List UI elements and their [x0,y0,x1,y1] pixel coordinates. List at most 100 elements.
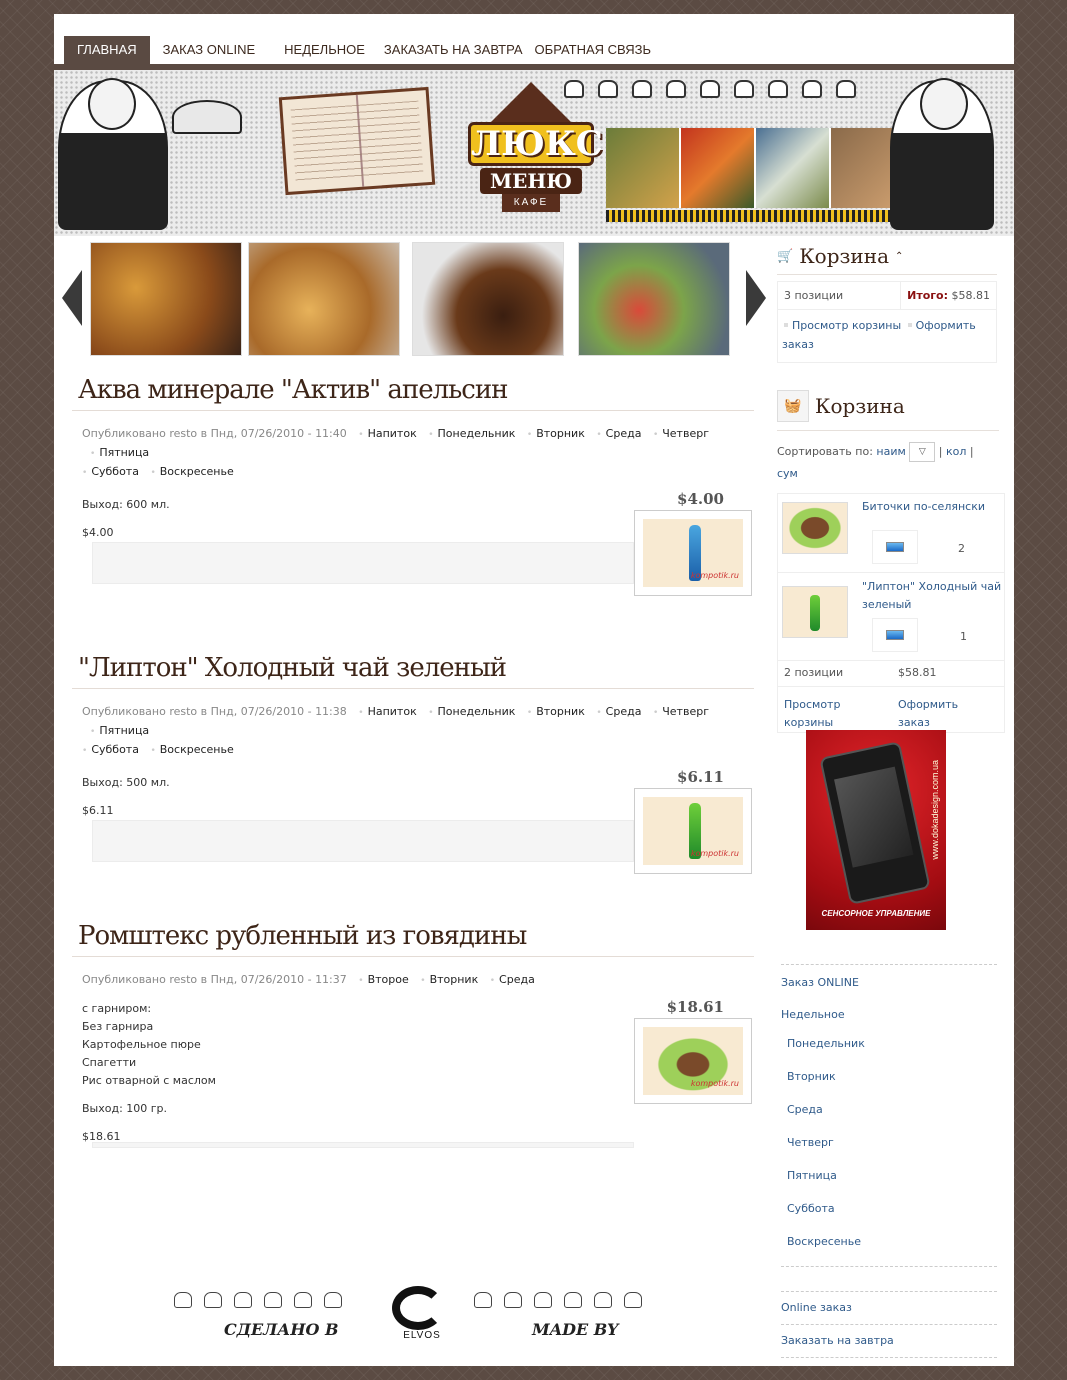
nav-home[interactable]: ГЛАВНАЯ [64,36,150,64]
tag-link[interactable]: Пятница [90,724,149,737]
published-info: Опубликовано resto в Пнд, 07/26/2010 - 1… [82,427,347,440]
product-meta: Опубликовано resto в Пнд, 07/26/2010 - 1… [72,411,754,482]
side-link-thursday[interactable]: Четверг [787,1126,997,1159]
side-link-order-online[interactable]: Заказ ONLINE [781,975,997,991]
add-to-cart-area[interactable] [92,820,634,862]
slider-next-arrow-icon[interactable] [746,270,766,326]
pan-icon [802,80,822,98]
tag-link[interactable]: Суббота [82,743,139,756]
box-icon [174,1292,192,1308]
box-icon [564,1292,582,1308]
add-to-cart-area[interactable] [92,1142,634,1148]
nav-feedback[interactable]: ОБРАТНАЯ СВЯЗЬ [529,36,658,64]
burger-icon [474,1292,492,1308]
tag-link[interactable]: Среда [596,705,641,718]
product-price: $18.61 [666,998,724,1016]
tag-link[interactable]: Понедельник [428,705,515,718]
top-nav: ГЛАВНАЯ ЗАКАЗ ONLINE НЕДЕЛЬНОЕ ЗАКАЗАТЬ … [64,36,657,64]
cart-summary-block: 🛒 Корзина ⌃ 3 позиции Итого: $58.81 Прос… [777,244,997,363]
tag-link[interactable]: Суббота [82,465,139,478]
sort-by-sum-link[interactable]: сум [777,467,798,480]
taco-icon [504,1292,522,1308]
published-info: Опубликовано resto в Пнд, 07/26/2010 - 1… [82,705,347,718]
cart-items-table: Биточки по-селянски 2 "Липтон" Холодный … [777,493,1005,733]
sort-controls: Сортировать по: наим ▽ | кол | сум [777,441,999,485]
side-link-monday[interactable]: Понедельник [787,1027,997,1060]
image-watermark: kompotik.ru [690,849,739,858]
side-link-online-order[interactable]: Online заказ [781,1300,997,1316]
cake-icon [594,1292,612,1308]
product-title[interactable]: "Липтон" Холодный чай зеленый [72,652,754,689]
product-image[interactable]: kompotik.ru [634,788,752,874]
tag-link[interactable]: Второе [358,973,408,986]
product-price: $6.11 [677,768,724,786]
cart-item-name[interactable]: "Липтон" Холодный чай зеленый [862,578,1006,614]
product-body: $6.11 Выход: 500 мл. $6.11 kompotik.ru [72,760,754,874]
nav-weekly[interactable]: НЕДЕЛЬНОЕ [268,36,378,64]
checkout-link[interactable]: Оформить заказ [898,696,968,732]
decrement-button[interactable] [886,630,904,640]
tag-link[interactable]: Напиток [358,705,416,718]
side-link-order-tomorrow[interactable]: Заказать на завтра [781,1333,997,1349]
tag-link[interactable]: Вторник [527,427,585,440]
sort-by-qty-link[interactable]: кол [946,445,966,458]
cart-item-image [782,586,848,638]
tag-link[interactable]: Воскресенье [150,465,233,478]
slider-image-coffee[interactable] [412,242,564,356]
side-link-weekly[interactable]: Недельное [781,1007,997,1023]
side-link-tuesday[interactable]: Вторник [787,1060,997,1093]
view-cart-link[interactable]: Просмотр корзины [784,696,864,732]
cart-item-qty: 2 [958,542,965,555]
cart-item-name[interactable]: Биточки по-селянски [862,500,985,513]
tag-link[interactable]: Воскресенье [150,743,233,756]
product-price: $4.00 [677,490,724,508]
tag-link[interactable]: Напиток [358,427,416,440]
tag-link[interactable]: Четверг [653,705,709,718]
food-icons-row [564,80,856,98]
cloche-icon [172,100,242,134]
tag-link[interactable]: Пятница [90,446,149,459]
decrement-button[interactable] [886,542,904,552]
tag-link[interactable]: Вторник [420,973,478,986]
side-link-wednesday[interactable]: Среда [787,1093,997,1126]
elvos-logo[interactable]: ELVOS [392,1286,452,1346]
sort-dropdown-chevron-icon[interactable]: ▽ [909,442,936,462]
product-meta: Опубликовано resto в Пнд, 07/26/2010 - 1… [72,957,754,990]
slider-image-wraps[interactable] [578,242,730,356]
tag-link[interactable]: Вторник [527,705,585,718]
product-body: $4.00 Выход: 600 мл. $4.00 kompotik.ru [72,482,754,596]
bottle-icon [734,80,754,98]
tag-link[interactable]: Четверг [653,427,709,440]
tag-link[interactable]: Понедельник [428,427,515,440]
cart-summary-title[interactable]: Корзина [799,244,889,268]
add-to-cart-area[interactable] [92,542,634,584]
side-link-saturday[interactable]: Суббота [787,1192,997,1225]
phone-illustration [819,741,931,905]
tag-link[interactable]: Среда [490,973,535,986]
product-node: Ромштекс рубленный из говядины Опубликов… [72,920,754,1148]
view-cart-link[interactable]: Просмотр корзины [792,319,901,332]
nav-order-tomorrow[interactable]: ЗАКАЗАТЬ НА ЗАВТРА [378,36,529,64]
product-image[interactable]: kompotik.ru [634,510,752,596]
advertisement-banner[interactable]: www.dokadesign.com.ua СЕНСОРНОЕ УПРАВЛЕН… [806,730,946,930]
product-node: "Липтон" Холодный чай зеленый Опубликова… [72,652,754,874]
side-link-sunday[interactable]: Воскресенье [787,1225,997,1258]
drumstick-icon [264,1292,282,1308]
side-link-friday[interactable]: Пятница [787,1159,997,1192]
product-title[interactable]: Аква минерале "Актив" апельсин [72,374,754,411]
footer-icons-left [174,1292,342,1308]
slider-image-pancakes[interactable] [248,242,400,356]
product-title[interactable]: Ромштекс рубленный из говядины [72,920,754,957]
chevron-up-icon[interactable]: ⌃ [895,251,903,262]
footer: СДЕЛАНО В ELVOS MADE BY [174,1274,694,1354]
tag-link[interactable]: Среда [596,427,641,440]
product-image[interactable]: kompotik.ru [634,1018,752,1104]
cart-block-title[interactable]: Корзина [815,394,905,418]
sort-by-name-link[interactable]: наим [876,445,905,458]
image-slider [54,240,769,360]
roll-icon [534,1292,552,1308]
slider-prev-arrow-icon[interactable] [62,270,82,326]
nav-order-online[interactable]: ЗАКАЗ ONLINE [150,36,269,64]
slider-image-croissants[interactable] [90,242,242,356]
site-logo[interactable]: ЛЮКС МЕНЮ КАФЕ [458,82,604,222]
